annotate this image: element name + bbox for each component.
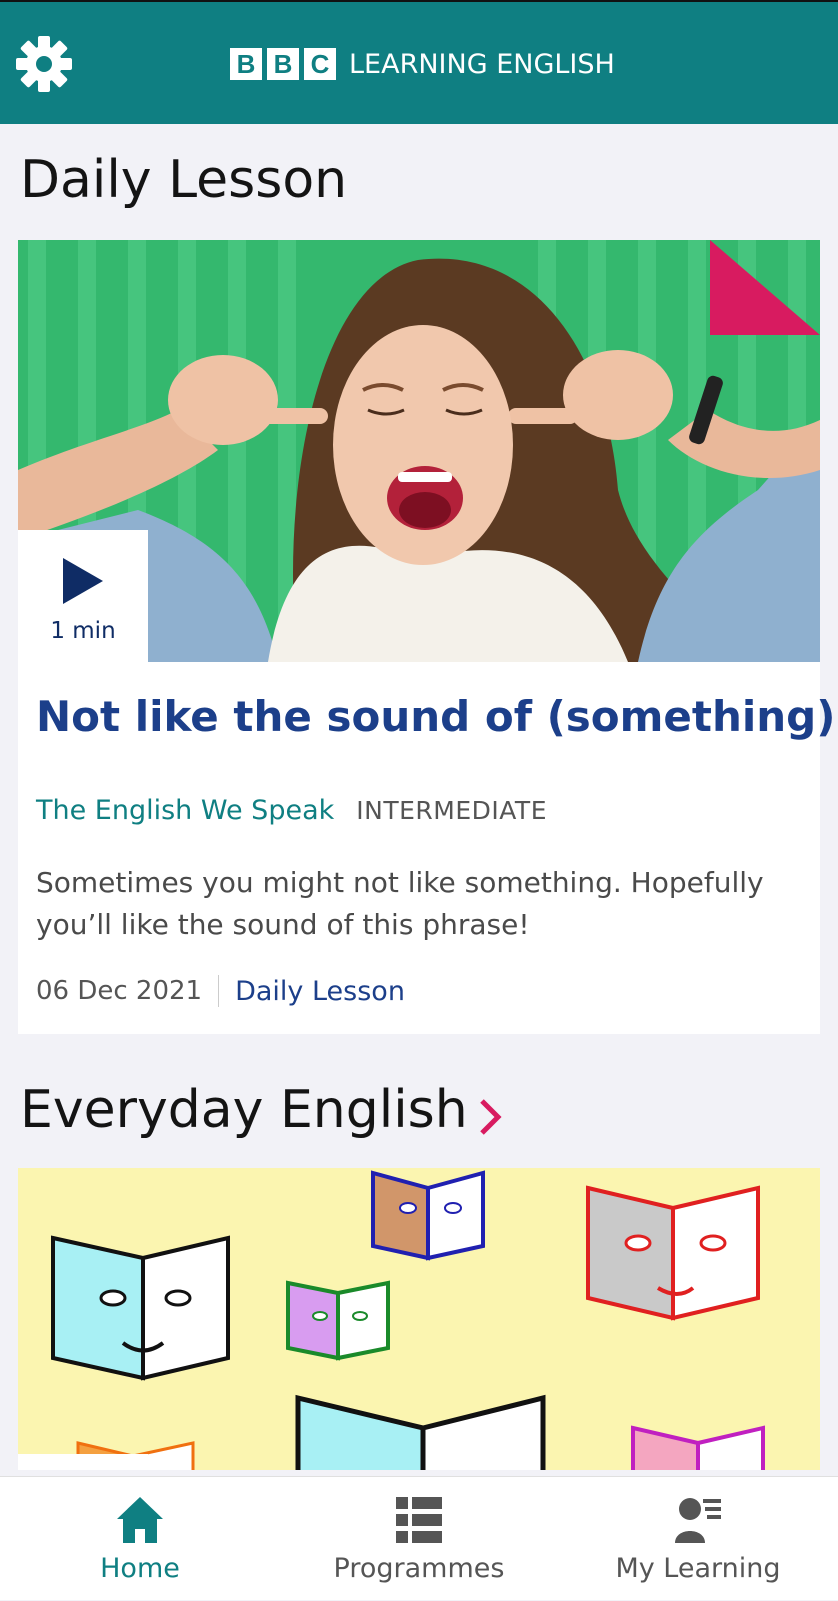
list-icon [396,1497,442,1543]
bbc-letter: B [230,48,262,80]
lesson-description: Sometimes you might not like something. … [36,866,764,941]
bbc-letter: C [304,48,336,80]
gear-icon[interactable] [14,34,74,94]
level-label: INTERMEDIATE [356,796,547,825]
lesson-title[interactable]: Not like the sound of (something) [36,692,835,741]
bottom-tab-bar: Home Programmes My Learning [0,1476,838,1600]
app-header: B B C LEARNING ENGLISH [0,0,838,124]
everyday-english-image[interactable] [18,1168,820,1470]
learner-icon [675,1498,721,1543]
bbc-letter: B [267,48,299,80]
programme-link[interactable]: The English We Speak [36,795,334,826]
brand-text: LEARNING ENGLISH [349,48,615,80]
home-icon [117,1497,163,1543]
tab-label: My Learning [615,1553,781,1584]
tab-programmes[interactable]: Programmes [279,1477,559,1601]
lesson-meta: The English We Speak INTERMEDIATE [36,795,547,826]
play-button[interactable]: 1 min [18,530,148,662]
category-link[interactable]: Daily Lesson [235,976,405,1007]
daily-lesson-card[interactable]: 1 min Not like the sound of (something) … [18,240,835,1034]
tab-label: Programmes [333,1553,505,1584]
tab-my-learning[interactable]: My Learning [558,1477,838,1601]
bbc-learning-english-logo: B B C LEARNING ENGLISH [230,46,615,82]
everyday-english-heading[interactable]: Everyday English [20,1080,468,1140]
lesson-date: 06 Dec 2021 [36,976,203,1006]
divider [218,975,220,1007]
tab-home[interactable]: Home [0,1477,280,1601]
daily-lesson-heading: Daily Lesson [20,150,348,210]
tab-label: Home [100,1553,180,1584]
lesson-footer: 06 Dec 2021 Daily Lesson [36,975,405,1007]
chevron-right-icon[interactable] [478,1097,502,1137]
duration-label: 1 min [50,618,116,644]
play-icon [63,558,103,604]
